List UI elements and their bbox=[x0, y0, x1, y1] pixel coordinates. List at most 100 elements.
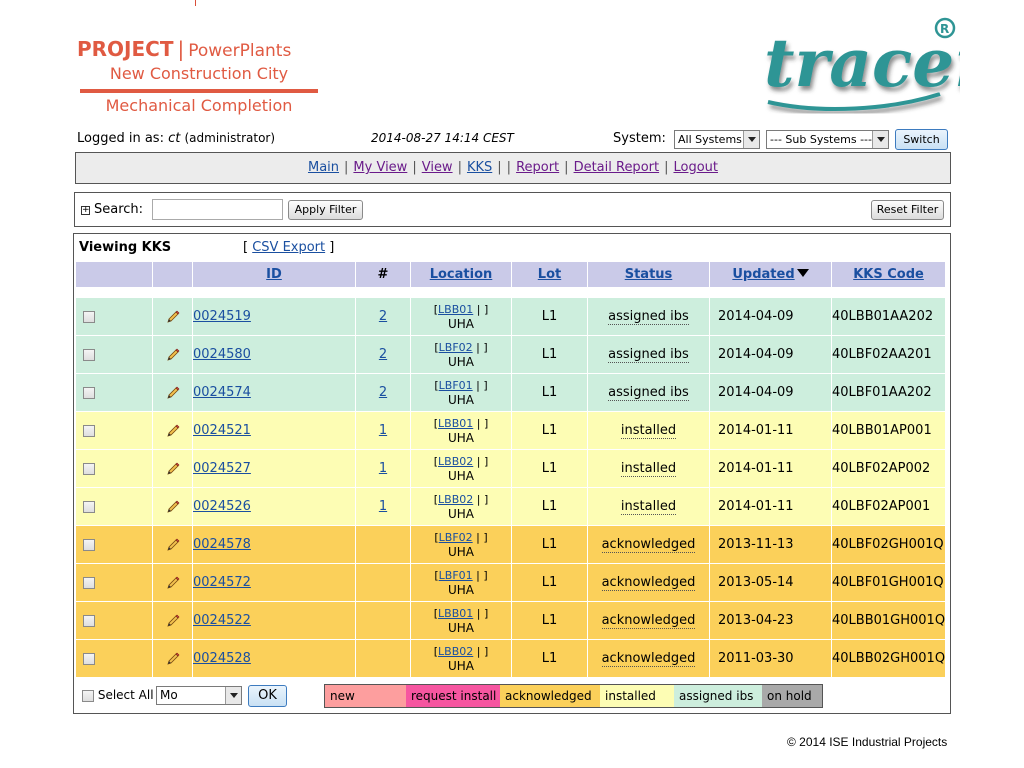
edit-pencil-icon[interactable] bbox=[165, 537, 181, 552]
row-select-cell[interactable] bbox=[75, 487, 153, 526]
row-id-link[interactable]: 0024526 bbox=[193, 499, 251, 514]
select-all[interactable]: Select All bbox=[82, 688, 154, 702]
row-checkbox[interactable] bbox=[83, 310, 95, 323]
row-id-link[interactable]: 0024527 bbox=[193, 461, 251, 476]
row-location-link[interactable]: LBB02 bbox=[438, 645, 473, 658]
row-select-cell[interactable] bbox=[75, 373, 153, 412]
row-edit-cell[interactable] bbox=[152, 373, 193, 412]
ok-button[interactable]: OK bbox=[248, 685, 287, 707]
edit-pencil-icon[interactable] bbox=[165, 347, 181, 362]
row-checkbox[interactable] bbox=[83, 500, 95, 513]
row-id-link[interactable]: 0024522 bbox=[193, 613, 251, 628]
row-lot-cell: L1 bbox=[511, 487, 588, 526]
row-edit-cell[interactable] bbox=[152, 411, 193, 450]
edit-pencil-icon[interactable] bbox=[165, 613, 181, 628]
row-location-link[interactable]: LBF01 bbox=[439, 569, 473, 582]
row-checkbox[interactable] bbox=[83, 614, 95, 627]
row-location-link[interactable]: LBB02 bbox=[438, 455, 473, 468]
row-num-link[interactable]: 2 bbox=[379, 385, 387, 400]
row-id-link[interactable]: 0024519 bbox=[193, 309, 251, 324]
row-edit-cell[interactable] bbox=[152, 563, 193, 602]
row-select-cell[interactable] bbox=[75, 525, 153, 564]
row-edit-cell[interactable] bbox=[152, 449, 193, 488]
row-checkbox[interactable] bbox=[83, 462, 95, 475]
row-location-link[interactable]: LBF02 bbox=[439, 531, 473, 544]
nav-view[interactable]: View bbox=[422, 160, 453, 175]
row-location-area: UHA bbox=[447, 545, 474, 559]
action-select[interactable]: Mo bbox=[156, 686, 242, 705]
row-location-link[interactable]: LBB01 bbox=[438, 303, 473, 316]
row-checkbox[interactable] bbox=[83, 652, 95, 665]
row-select-cell[interactable] bbox=[75, 335, 153, 374]
row-select-cell[interactable] bbox=[75, 449, 153, 488]
row-edit-cell[interactable] bbox=[152, 297, 193, 336]
row-location-link[interactable]: LBF02 bbox=[439, 341, 473, 354]
row-checkbox[interactable] bbox=[83, 538, 95, 551]
row-id-link[interactable]: 0024572 bbox=[193, 575, 251, 590]
row-edit-cell[interactable] bbox=[152, 335, 193, 374]
row-id-link[interactable]: 0024574 bbox=[193, 385, 251, 400]
switch-button[interactable]: Switch bbox=[895, 129, 948, 150]
row-checkbox[interactable] bbox=[83, 386, 95, 399]
row-select-cell[interactable] bbox=[75, 297, 153, 336]
edit-pencil-icon[interactable] bbox=[165, 461, 181, 476]
row-num-link[interactable]: 1 bbox=[379, 461, 387, 476]
row-edit-cell[interactable] bbox=[152, 487, 193, 526]
system-select[interactable]: All Systems bbox=[674, 130, 760, 149]
row-location-link[interactable]: LBB01 bbox=[438, 607, 473, 620]
nav-my-view[interactable]: My View bbox=[353, 160, 407, 175]
nav-main[interactable]: Main bbox=[308, 160, 339, 175]
edit-pencil-icon[interactable] bbox=[165, 385, 181, 400]
row-id-link[interactable]: 0024528 bbox=[193, 651, 251, 666]
row-select-cell[interactable] bbox=[75, 639, 153, 678]
col-status-header[interactable]: Status bbox=[587, 261, 710, 288]
apply-filter-button[interactable]: Apply Filter bbox=[288, 200, 363, 220]
edit-pencil-icon[interactable] bbox=[165, 309, 181, 324]
expand-plus-icon[interactable]: + bbox=[81, 206, 90, 215]
row-edit-cell[interactable] bbox=[152, 601, 193, 640]
row-status: acknowledged bbox=[601, 613, 696, 629]
subsystem-select[interactable]: --- Sub Systems --- bbox=[766, 130, 889, 149]
edit-pencil-icon[interactable] bbox=[165, 651, 181, 666]
col-lot-header[interactable]: Lot bbox=[511, 261, 588, 288]
row-checkbox[interactable] bbox=[83, 348, 95, 361]
nav-detail-report[interactable]: Detail Report bbox=[574, 160, 660, 175]
col-id-header[interactable]: ID bbox=[192, 261, 356, 288]
edit-pencil-icon[interactable] bbox=[165, 575, 181, 590]
row-num-link[interactable]: 2 bbox=[379, 347, 387, 362]
row-checkbox[interactable] bbox=[83, 576, 95, 589]
select-all-checkbox[interactable] bbox=[82, 689, 94, 702]
row-num-link[interactable]: 2 bbox=[379, 309, 387, 324]
project-name: PowerPlants bbox=[188, 41, 292, 61]
row-edit-cell[interactable] bbox=[152, 639, 193, 678]
search-input[interactable] bbox=[152, 199, 283, 220]
row-num-cell bbox=[355, 601, 411, 640]
col-updated-header[interactable]: Updated bbox=[709, 261, 832, 288]
edit-pencil-icon[interactable] bbox=[165, 423, 181, 438]
row-num-link[interactable]: 1 bbox=[379, 499, 387, 514]
row-num-link[interactable]: 1 bbox=[379, 423, 387, 438]
nav-report[interactable]: Report bbox=[516, 160, 559, 175]
reset-filter-button[interactable]: Reset Filter bbox=[871, 200, 944, 220]
row-location-link[interactable]: LBF01 bbox=[439, 379, 473, 392]
row-edit-cell[interactable] bbox=[152, 525, 193, 564]
row-location-link[interactable]: LBB02 bbox=[438, 493, 473, 506]
row-select-cell[interactable] bbox=[75, 563, 153, 602]
csv-bracket-open: [ bbox=[243, 240, 249, 255]
row-id-link[interactable]: 0024580 bbox=[193, 347, 251, 362]
row-id-link[interactable]: 0024521 bbox=[193, 423, 251, 438]
row-location-area: UHA bbox=[447, 431, 474, 445]
row-lot-cell: L1 bbox=[511, 335, 588, 374]
nav-logout[interactable]: Logout bbox=[673, 160, 718, 175]
row-location-link[interactable]: LBB01 bbox=[438, 417, 473, 430]
nav-kks[interactable]: KKS bbox=[467, 160, 492, 175]
row-select-cell[interactable] bbox=[75, 411, 153, 450]
csv-export-link[interactable]: CSV Export bbox=[252, 240, 325, 255]
row-status: assigned ibs bbox=[608, 385, 689, 401]
row-id-link[interactable]: 0024578 bbox=[193, 537, 251, 552]
col-location-header[interactable]: Location bbox=[410, 261, 512, 288]
row-checkbox[interactable] bbox=[83, 424, 95, 437]
col-kks-header[interactable]: KKS Code bbox=[830, 261, 947, 288]
row-select-cell[interactable] bbox=[75, 601, 153, 640]
edit-pencil-icon[interactable] bbox=[165, 499, 181, 514]
